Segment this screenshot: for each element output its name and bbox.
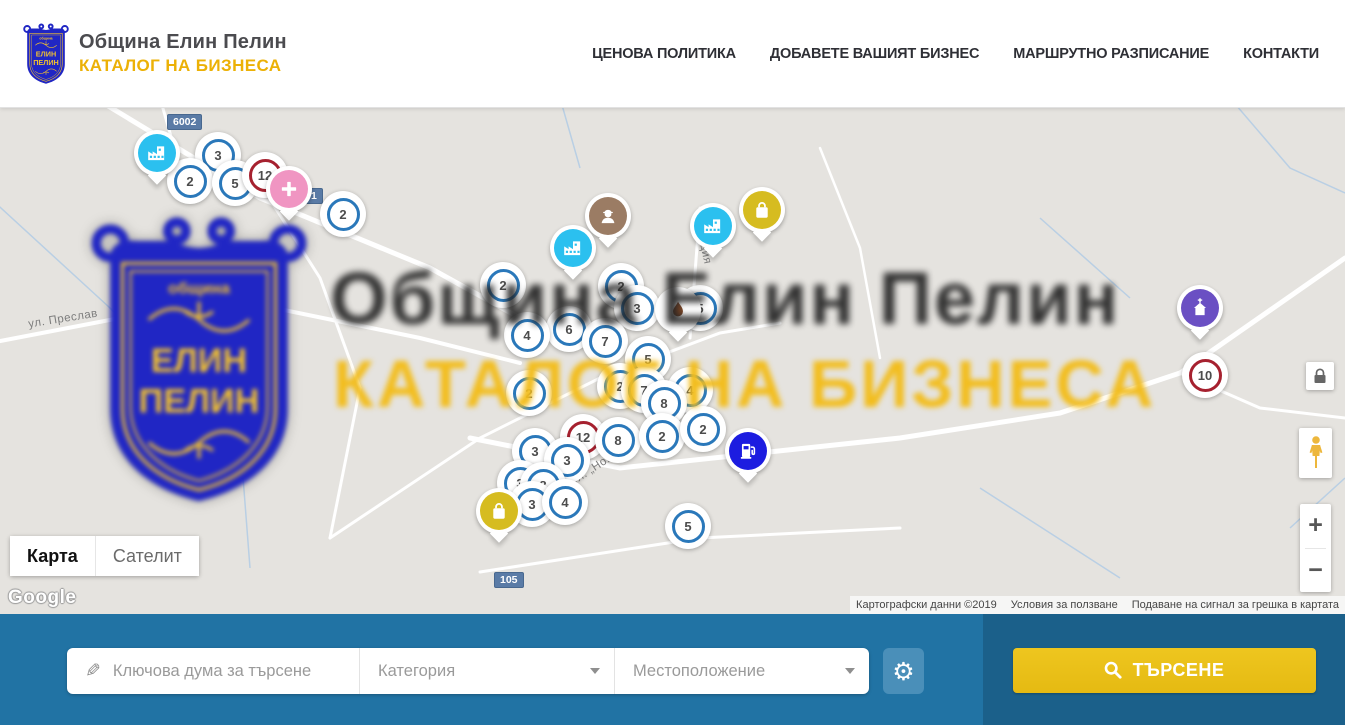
cluster-count: 4: [549, 486, 582, 519]
road-number-badge: 105: [494, 572, 524, 588]
poi-marker[interactable]: [266, 166, 312, 212]
brand-subtitle: КАТАЛОГ НА БИЗНЕСА: [79, 56, 287, 76]
cluster-count: 10: [1189, 359, 1222, 392]
cluster-marker[interactable]: 10: [1182, 352, 1228, 398]
attribution-report-error-link[interactable]: Подаване на сигнал за грешка в картата: [1132, 599, 1339, 611]
google-logo[interactable]: Google: [8, 587, 76, 609]
cluster-count: 2: [174, 165, 207, 198]
search-bar-right: ТЪРСЕНЕ: [983, 614, 1345, 725]
zoom-out-button[interactable]: −: [1300, 549, 1331, 593]
factory-icon: [138, 134, 176, 172]
poi-marker[interactable]: [739, 187, 785, 233]
watermark-subtitle: КАТАЛОГ НА БИЗНЕСА: [333, 346, 1156, 423]
worker-icon: [589, 197, 627, 235]
cluster-count: 5: [672, 510, 705, 543]
municipality-crest-logo: община ЕЛИНПЕЛИН: [22, 23, 70, 85]
map-type-map-button[interactable]: Карта: [10, 536, 95, 576]
cluster-marker[interactable]: 4: [542, 479, 588, 525]
nav-route-schedule[interactable]: МАРШРУТНО РАЗПИСАНИЕ: [1013, 46, 1209, 62]
watermark-crest-logo: община ЕЛИНПЕЛИН: [86, 215, 312, 507]
category-select[interactable]: Категория: [359, 648, 614, 694]
lock-icon: [1313, 368, 1327, 384]
gear-icon: ⚙: [892, 659, 914, 684]
search-button[interactable]: ТЪРСЕНЕ: [1013, 648, 1316, 693]
poi-marker[interactable]: [690, 203, 736, 249]
nav-add-your-business[interactable]: ДОБАВЕТЕ ВАШИЯТ БИЗНЕС: [770, 46, 979, 62]
poi-marker[interactable]: [1177, 285, 1223, 331]
search-bar-left: ✎ Категория Местоположение ⚙: [0, 614, 983, 725]
svg-text:ПЕЛИН: ПЕЛИН: [139, 382, 260, 420]
poi-marker[interactable]: [134, 130, 180, 176]
search-button-label: ТЪРСЕНЕ: [1133, 660, 1225, 681]
location-select[interactable]: Местоположение: [614, 648, 869, 694]
cluster-marker[interactable]: 5: [665, 503, 711, 549]
search-pill: ✎ Категория Местоположение: [67, 648, 869, 694]
lock-button[interactable]: [1306, 362, 1334, 390]
poi-marker[interactable]: [725, 428, 771, 474]
pegman-button[interactable]: [1299, 428, 1332, 478]
brand-title: Община Елин Пелин: [79, 31, 287, 54]
keyword-search-input[interactable]: [113, 662, 359, 681]
svg-text:община: община: [168, 280, 231, 298]
main-nav: ЦЕНОВА ПОЛИТИКА ДОБАВЕТЕ ВАШИЯТ БИЗНЕС М…: [592, 46, 1319, 62]
category-select-value: Категория: [378, 662, 455, 681]
pegman-icon: [1306, 435, 1326, 471]
svg-text:ПЕЛИН: ПЕЛИН: [33, 57, 59, 66]
svg-text:община: община: [39, 36, 52, 40]
cluster-marker[interactable]: 8: [595, 417, 641, 463]
poi-marker[interactable]: [476, 488, 522, 534]
header: община ЕЛИНПЕЛИН Община Елин Пелин КАТАЛО…: [0, 0, 1345, 108]
zoom-in-button[interactable]: +: [1300, 504, 1331, 548]
road-number-badge: 6002: [167, 114, 202, 130]
cluster-count: 8: [602, 424, 635, 457]
cluster-count: 2: [646, 420, 679, 453]
fuel-pump-icon: [729, 432, 767, 470]
advanced-settings-button[interactable]: ⚙: [883, 648, 924, 694]
church-icon: [1181, 289, 1219, 327]
map-attribution: Картографски данни ©2019 Условия за полз…: [850, 596, 1345, 614]
map-type-control: Карта Сателит: [10, 536, 199, 576]
cluster-count: 2: [327, 198, 360, 231]
brand[interactable]: община ЕЛИНПЕЛИН Община Елин Пелин КАТАЛО…: [22, 23, 287, 85]
location-select-value: Местоположение: [633, 662, 765, 681]
medical-cross-icon: [270, 170, 308, 208]
map-type-satellite-button[interactable]: Сателит: [95, 536, 199, 576]
keyword-section: ✎: [67, 648, 359, 694]
shopping-bag-icon: [743, 191, 781, 229]
chevron-down-icon: [845, 668, 855, 674]
nav-contacts[interactable]: КОНТАКТИ: [1243, 46, 1319, 62]
pencil-icon: ✎: [85, 660, 101, 682]
search-bar: ✎ Категория Местоположение ⚙ ТЪРСЕНЕ: [0, 614, 1345, 725]
shopping-bag-icon: [480, 492, 518, 530]
chevron-down-icon: [590, 668, 600, 674]
attribution-terms-link[interactable]: Условия за ползване: [1011, 599, 1118, 611]
factory-icon: [694, 207, 732, 245]
svg-text:ЕЛИН: ЕЛИН: [36, 49, 56, 58]
attribution-copyright: Картографски данни ©2019: [856, 599, 997, 611]
search-icon: [1104, 661, 1122, 679]
poi-marker[interactable]: [585, 193, 631, 239]
zoom-control: + −: [1300, 504, 1331, 592]
svg-text:ЕЛИН: ЕЛИН: [151, 342, 247, 380]
cluster-marker[interactable]: 2: [320, 191, 366, 237]
map-canvas[interactable]: община ЕЛИНПЕЛИН Община Елин Пелин КАТАЛО…: [0, 108, 1345, 614]
nav-pricing-policy[interactable]: ЦЕНОВА ПОЛИТИКА: [592, 46, 736, 62]
watermark-title: Община Елин Пелин: [330, 256, 1120, 341]
